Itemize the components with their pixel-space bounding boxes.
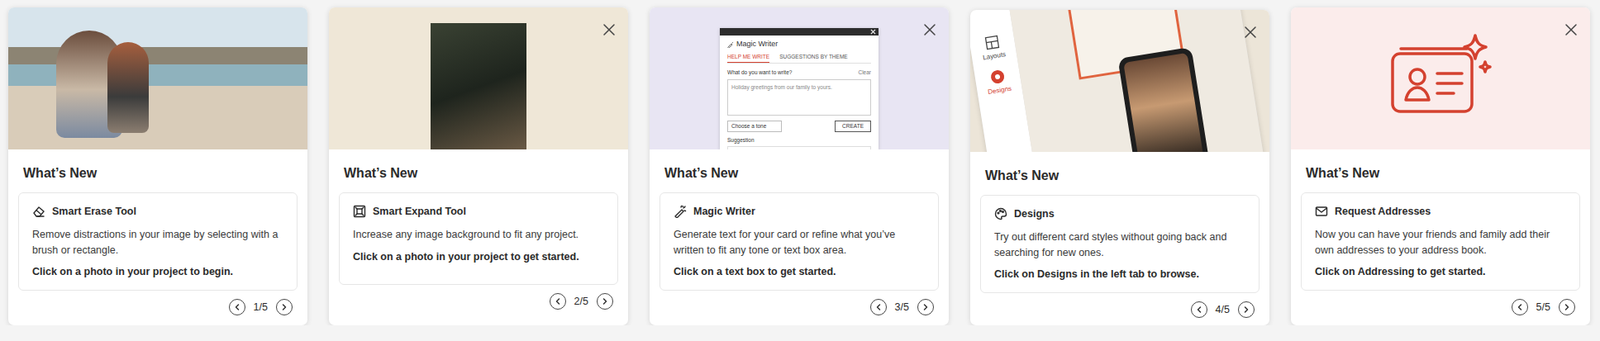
call-to-action: Click on a photo in your project to get … <box>352 249 605 266</box>
feature-box: Smart Expand Tool Increase any image back… <box>338 192 619 286</box>
previous-icon[interactable] <box>549 293 567 310</box>
feature-title: Magic Writer <box>693 204 756 220</box>
close-icon[interactable] <box>870 28 877 35</box>
feature-title: Smart Expand Tool <box>372 204 467 220</box>
prompt-label: What do you want to write? <box>727 68 792 77</box>
illustration <box>1290 7 1591 150</box>
pager: 2/5 <box>338 293 619 310</box>
magic-writer-window: Magic WriterHELP ME WRITE SUGGESTIONS BY … <box>719 28 879 150</box>
pager: 1/5 <box>18 299 298 316</box>
create-button[interactable]: CREATE <box>834 120 872 133</box>
close-icon[interactable] <box>1242 21 1258 37</box>
layouts-icon <box>983 33 1001 52</box>
feature-description: Generate text for your card or refine wh… <box>673 227 925 259</box>
call-to-action: Click on Designs in the left tab to brow… <box>994 266 1246 283</box>
previous-icon[interactable] <box>1190 301 1208 319</box>
close-icon[interactable] <box>1563 19 1579 34</box>
call-to-action: Click on a text box to get started. <box>673 264 925 281</box>
next-icon[interactable] <box>596 293 614 310</box>
tone-select[interactable]: Choose a tone <box>727 120 782 133</box>
palette-icon <box>994 207 1008 221</box>
feature-title: Designs <box>1014 206 1055 223</box>
next-icon[interactable] <box>276 299 293 316</box>
next-icon[interactable] <box>1238 301 1255 319</box>
card-heading: What’s New <box>985 166 1260 186</box>
expand-icon <box>352 204 367 219</box>
photo <box>8 7 308 150</box>
sidebar-item[interactable]: Designs <box>984 67 1013 98</box>
suggestion-label: Suggestion <box>727 136 872 145</box>
feature-box: Request Addresses Now you can have your f… <box>1300 192 1581 291</box>
pager: 4/5 <box>980 301 1260 319</box>
whats-new-card: Magic WriterHELP ME WRITESUGGESTIONS BY … <box>649 7 949 326</box>
whats-new-card: What’s New Smart Expand Tool Increase any … <box>328 7 629 326</box>
previous-icon[interactable] <box>1511 299 1529 316</box>
card-heading: What’s New <box>664 163 939 184</box>
page-count: 2/5 <box>574 294 589 310</box>
sidebar-item[interactable]: Layouts <box>979 33 1007 63</box>
magic-pen-icon <box>673 204 687 219</box>
close-icon[interactable] <box>601 19 617 34</box>
window-tab[interactable]: HELP ME WRITE <box>727 52 770 64</box>
page-count: 1/5 <box>253 300 268 316</box>
call-to-action: Click on Addressing to get started. <box>1314 264 1567 281</box>
contact-card-icon <box>1382 28 1499 129</box>
pager: 5/5 <box>1300 299 1581 316</box>
feature-title: Smart Erase Tool <box>52 204 137 220</box>
feature-box: Smart Erase Tool Remove distractions in y… <box>18 192 298 291</box>
prompt-field[interactable]: Holiday greetings from our family to you… <box>727 79 872 116</box>
feature-box: Designs Try out different card styles wit… <box>980 195 1260 294</box>
eraser-icon <box>32 204 46 219</box>
window-tab[interactable]: SUGGESTIONS BY THEME <box>779 52 848 64</box>
feature-title: Request Addresses <box>1334 204 1431 220</box>
card-heading: What’s New <box>343 163 619 184</box>
whats-new-card: What’s New Smart Erase Tool Remove distrac… <box>8 7 308 326</box>
whats-new-card: What’s New Request Addresses Now you can h… <box>1290 7 1591 326</box>
page-count: 3/5 <box>895 300 910 316</box>
feature-description: Now you can have your friends and family… <box>1314 227 1567 259</box>
app-screenshot: Magic WriterHELP ME WRITE SUGGESTIONS BY … <box>649 7 949 150</box>
designs-icon <box>989 68 1007 86</box>
magic-pen-icon <box>727 41 734 48</box>
feature-description: Increase any image background to fit any… <box>352 227 605 243</box>
next-icon[interactable] <box>917 299 934 316</box>
card-heading: What’s New <box>23 163 298 184</box>
envelope-icon <box>1314 204 1329 219</box>
page-count: 5/5 <box>1536 300 1551 316</box>
app-screenshot: Layouts Designs <box>970 9 1270 153</box>
pager: 3/5 <box>659 299 939 316</box>
feature-description: Remove distractions in your image by sel… <box>32 227 284 259</box>
feature-description: Try out different card styles without go… <box>994 229 1246 262</box>
close-icon[interactable] <box>922 19 938 34</box>
page-count: 4/5 <box>1215 302 1230 319</box>
whats-new-card: Layouts Designs What’s New Designs Try out d… <box>970 9 1270 326</box>
clear-button[interactable]: Clear <box>857 68 872 77</box>
card-heading: What’s New <box>1305 163 1581 184</box>
window-title: Magic Writer <box>736 38 778 51</box>
next-icon[interactable] <box>1558 299 1576 316</box>
photo <box>328 7 629 150</box>
whats-new-strip: What’s New Smart Erase Tool Remove distrac… <box>0 0 1600 326</box>
previous-icon[interactable] <box>228 299 246 316</box>
previous-icon[interactable] <box>870 299 887 316</box>
feature-box: Magic Writer Generate text for your card … <box>659 192 939 291</box>
call-to-action: Click on a photo in your project to begi… <box>32 264 284 281</box>
